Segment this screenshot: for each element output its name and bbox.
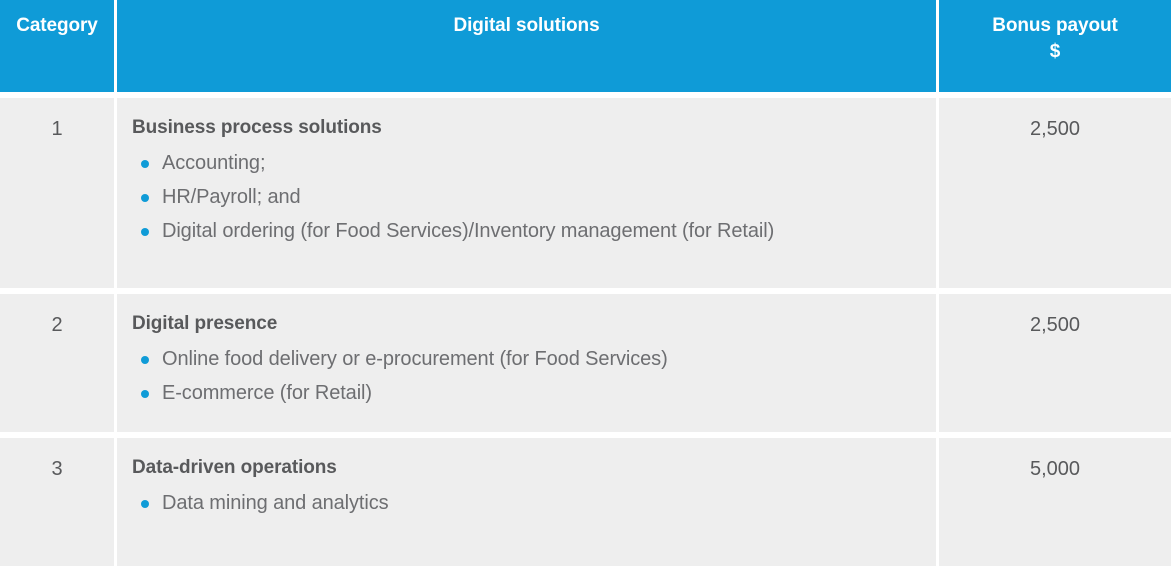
row-category-number: 2 (0, 294, 117, 432)
table-header: Category Digital solutions Bonus payout … (0, 0, 1171, 92)
row-title: Business process solutions (132, 117, 382, 138)
column-header-category-label: Category (16, 15, 98, 36)
row-bonus-amount: 5,000 (936, 438, 1171, 566)
row-solutions-cell: Business process solutions Accounting; H… (117, 98, 936, 288)
list-item-label: Digital ordering (for Food Services)/Inv… (162, 220, 775, 242)
row-title: Data-driven operations (132, 457, 337, 478)
bullet-dot-icon (141, 356, 149, 364)
list-item: Data mining and analytics (132, 486, 922, 520)
digital-solutions-table: Category Digital solutions Bonus payout … (0, 0, 1171, 566)
bullet-dot-icon (141, 228, 149, 236)
row-title: Digital presence (132, 313, 278, 334)
table-row: 2 Digital presence Online food delivery … (0, 294, 1171, 432)
row-category-number: 1 (0, 98, 117, 288)
list-item: E-commerce (for Retail) (132, 376, 922, 410)
table-row: 1 Business process solutions Accounting;… (0, 98, 1171, 288)
list-item-label: Online food delivery or e-procurement (f… (162, 348, 668, 370)
column-header-category: Category (0, 0, 117, 92)
row-solutions-cell: Data-driven operations Data mining and a… (117, 438, 936, 566)
column-header-bonus-currency-symbol: $ (1049, 41, 1061, 62)
list-item-label: HR/Payroll; and (162, 186, 301, 208)
list-item: Accounting; (132, 146, 922, 180)
bullet-dot-icon (141, 500, 149, 508)
table-row: 3 Data-driven operations Data mining and… (0, 438, 1171, 566)
list-item-label: E-commerce (for Retail) (162, 382, 372, 404)
column-header-digital-solutions: Digital solutions (117, 0, 936, 92)
row-category-number: 3 (0, 438, 117, 566)
list-item-label: Accounting; (162, 152, 266, 174)
column-header-bonus-payout: Bonus payout $ (936, 0, 1171, 92)
bullet-dot-icon (141, 390, 149, 398)
row-bullet-list: Online food delivery or e-procurement (f… (132, 342, 922, 410)
bonus-payout-table-container: Category Digital solutions Bonus payout … (0, 0, 1171, 571)
column-header-digital-solutions-label: Digital solutions (453, 15, 600, 36)
row-bonus-amount: 2,500 (936, 294, 1171, 432)
list-item: Digital ordering (for Food Services)/Inv… (132, 214, 922, 248)
list-item: Online food delivery or e-procurement (f… (132, 342, 922, 376)
bullet-dot-icon (141, 160, 149, 168)
list-item: HR/Payroll; and (132, 180, 922, 214)
list-item-label: Data mining and analytics (162, 492, 389, 514)
row-bonus-amount: 2,500 (936, 98, 1171, 288)
table-header-row: Category Digital solutions Bonus payout … (0, 0, 1171, 92)
row-bullet-list: Accounting; HR/Payroll; and Digital orde… (132, 146, 922, 248)
bullet-dot-icon (141, 194, 149, 202)
row-bullet-list: Data mining and analytics (132, 486, 922, 520)
row-solutions-cell: Digital presence Online food delivery or… (117, 294, 936, 432)
column-header-bonus-payout-label: Bonus payout (992, 15, 1118, 36)
table-body: 1 Business process solutions Accounting;… (0, 92, 1171, 566)
